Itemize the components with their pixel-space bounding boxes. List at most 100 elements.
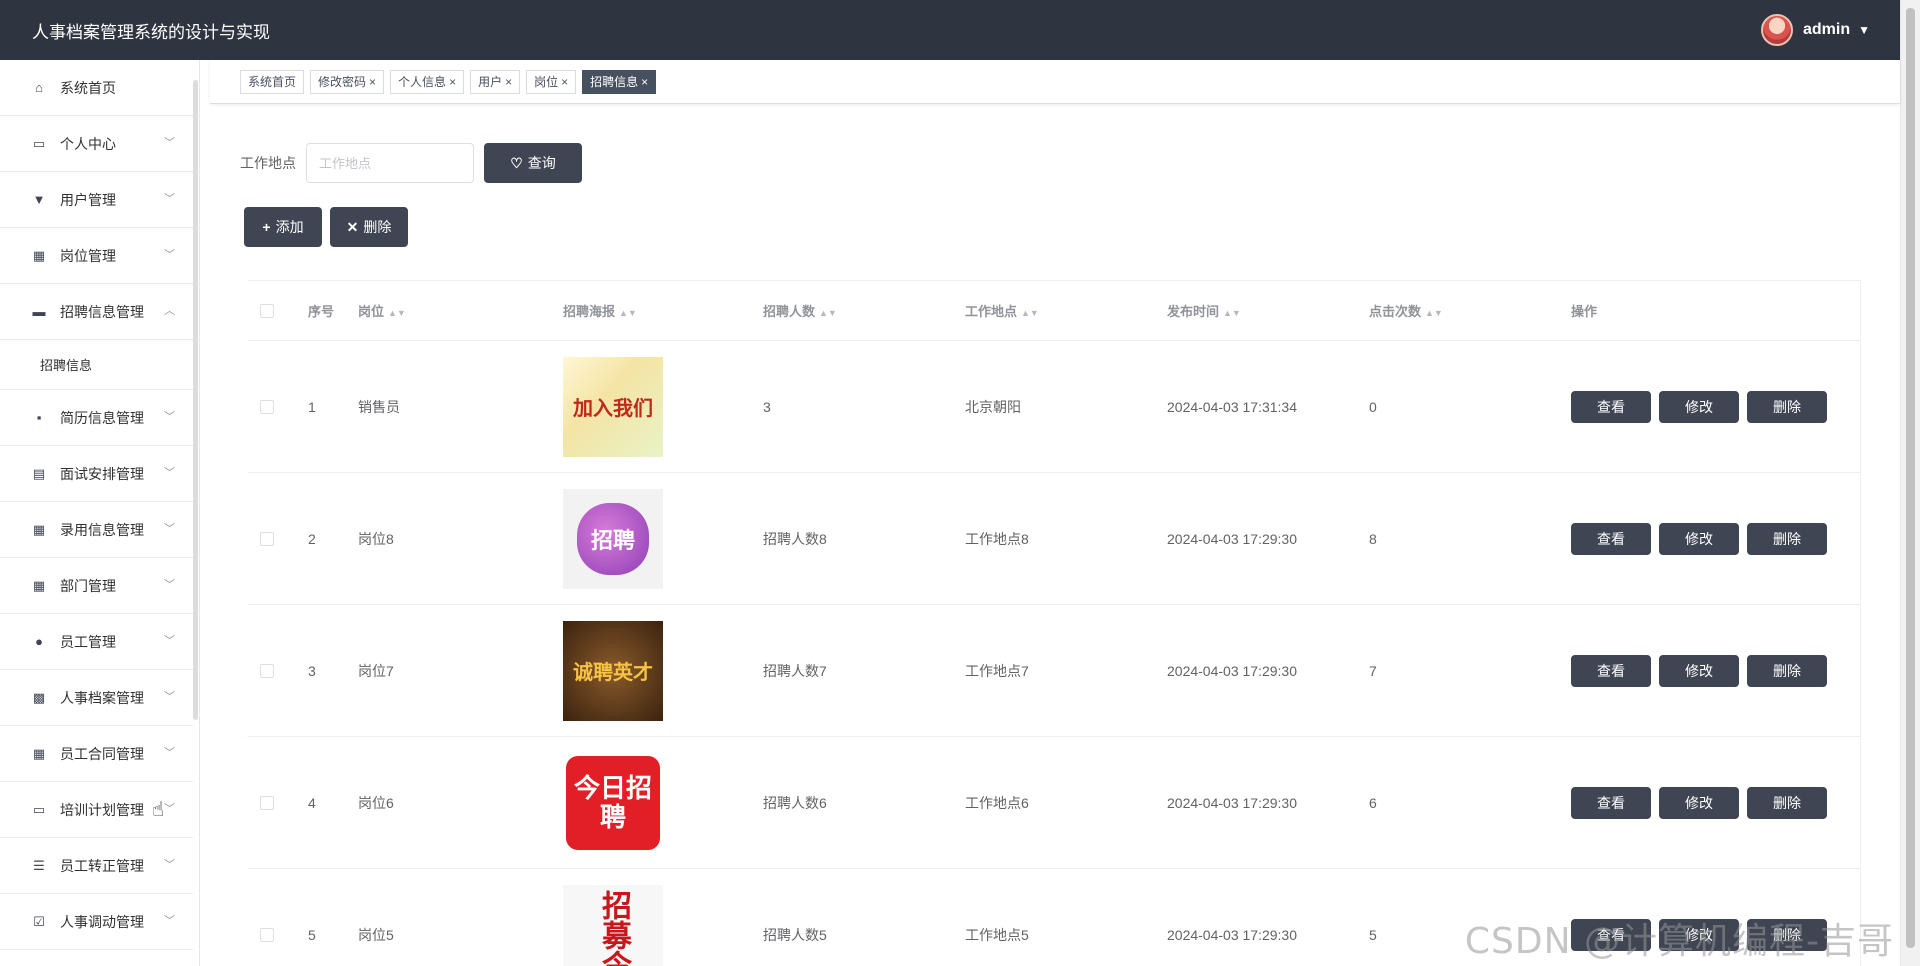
- tab-home[interactable]: 系统首页: [240, 69, 305, 94]
- page-scrollbar[interactable]: [1900, 0, 1920, 966]
- home-icon: ⌂: [35, 80, 43, 95]
- row-select[interactable]: [248, 795, 298, 810]
- sidebar-item-archive[interactable]: ▩ 人事档案管理 ﹀: [0, 670, 193, 726]
- query-button[interactable]: ♡ 查询: [484, 143, 582, 183]
- sort-icon[interactable]: ▲▼: [1223, 308, 1241, 318]
- close-icon[interactable]: ×: [449, 75, 456, 89]
- tab-change-password[interactable]: 修改密码 ×: [310, 69, 385, 94]
- close-icon[interactable]: ×: [505, 75, 512, 89]
- header-clicks[interactable]: 点击次数 ▲▼: [1359, 301, 1561, 320]
- sidebar-item-recruit[interactable]: ▬ 招聘信息管理 ︿: [0, 284, 193, 340]
- checkbox[interactable]: [260, 531, 274, 546]
- sidebar-item-hire[interactable]: ▦ 录用信息管理 ﹀: [0, 502, 193, 558]
- card-icon: ▭: [32, 135, 46, 151]
- chevron-down-icon: ﹀: [164, 137, 175, 149]
- location-search-input[interactable]: [306, 143, 474, 183]
- view-button[interactable]: 查看: [1571, 522, 1651, 555]
- close-icon[interactable]: ×: [641, 75, 648, 89]
- sidebar-item-label: 部门管理: [60, 577, 116, 594]
- header-time[interactable]: 发布时间 ▲▼: [1157, 301, 1359, 320]
- sidebar-item-label: 简历信息管理: [60, 409, 144, 426]
- sidebar-item-contract[interactable]: ▦ 员工合同管理 ﹀: [0, 726, 193, 782]
- edit-button[interactable]: 修改: [1659, 786, 1739, 819]
- cell-clicks: 7: [1369, 662, 1377, 679]
- username[interactable]: admin: [1803, 21, 1850, 39]
- sort-icon[interactable]: ▲▼: [619, 308, 637, 318]
- tab-positions[interactable]: 岗位 ×: [526, 69, 577, 94]
- view-button[interactable]: 查看: [1571, 786, 1651, 819]
- poster-text: 招聘: [590, 527, 635, 553]
- grid-icon: ▦: [32, 521, 46, 537]
- cell-ops: 查看 修改 删除: [1561, 522, 1851, 555]
- edit-button[interactable]: 修改: [1659, 522, 1739, 555]
- sidebar-item-interview[interactable]: ▤ 面试安排管理 ﹀: [0, 446, 193, 502]
- header-location[interactable]: 工作地点 ▲▼: [955, 301, 1157, 320]
- checkbox[interactable]: [260, 399, 274, 414]
- header-select-all[interactable]: [248, 303, 298, 318]
- sidebar-subitem-recruit-info[interactable]: 招聘信息: [0, 340, 193, 390]
- tab-users[interactable]: 用户 ×: [470, 69, 521, 94]
- checkbox[interactable]: [260, 663, 274, 678]
- header-position[interactable]: 岗位 ▲▼: [348, 301, 553, 320]
- checkbox[interactable]: [260, 303, 274, 318]
- sort-icon[interactable]: ▲▼: [1021, 308, 1039, 318]
- close-icon[interactable]: ×: [561, 75, 568, 89]
- mouse-cursor-icon: ☝: [152, 799, 165, 821]
- clipboard-icon: ▤: [32, 465, 46, 481]
- sort-icon[interactable]: ▲▼: [819, 308, 837, 318]
- chevron-down-icon: ﹀: [164, 803, 175, 815]
- user-menu[interactable]: admin ▼: [1760, 14, 1900, 46]
- briefcase-icon: ▬: [32, 304, 46, 319]
- poster-image[interactable]: 招募令: [563, 884, 663, 966]
- cell-poster: 今日招聘: [553, 752, 753, 853]
- sidebar-scrollbar[interactable]: [193, 80, 198, 720]
- tab-personal-info[interactable]: 个人信息 ×: [390, 69, 465, 94]
- sort-icon[interactable]: ▲▼: [1425, 308, 1443, 318]
- sidebar-item-regular[interactable]: ☰ 员工转正管理 ﹀: [0, 838, 193, 894]
- row-select[interactable]: [248, 927, 298, 942]
- sidebar-item-department[interactable]: ▦ 部门管理 ﹀: [0, 558, 193, 614]
- delete-button[interactable]: ✕ 删除: [330, 207, 408, 247]
- edit-button[interactable]: 修改: [1659, 390, 1739, 423]
- close-icon[interactable]: ×: [369, 75, 376, 89]
- tab-recruit-info[interactable]: 招聘信息 ×: [582, 69, 657, 94]
- poster-image[interactable]: 今日招聘: [563, 752, 663, 853]
- row-delete-button[interactable]: 删除: [1747, 390, 1827, 423]
- row-select[interactable]: [248, 531, 298, 546]
- row-delete-button[interactable]: 删除: [1747, 522, 1827, 555]
- table-row: 1 销售员 加入我们 3 北京朝阳 2024-04-03 17:31:34 0 …: [248, 341, 1860, 473]
- row-delete-button[interactable]: 删除: [1747, 786, 1827, 819]
- poster-image[interactable]: 招聘: [563, 488, 663, 589]
- row-delete-button[interactable]: 删除: [1747, 654, 1827, 687]
- sidebar-item-employee[interactable]: ● 员工管理 ﹀: [0, 614, 193, 670]
- header-count[interactable]: 招聘人数 ▲▼: [753, 301, 955, 320]
- caret-down-icon[interactable]: ▼: [1858, 23, 1870, 37]
- sidebar-item-label: 用户管理: [60, 191, 116, 208]
- checkbox[interactable]: [260, 795, 274, 810]
- sidebar-item-transfer[interactable]: ☑ 人事调动管理 ﹀: [0, 894, 193, 950]
- avatar[interactable]: [1760, 14, 1793, 46]
- header-poster[interactable]: 招聘海报 ▲▼: [553, 301, 753, 320]
- sidebar-item-positions[interactable]: ▦ 岗位管理 ﹀: [0, 228, 193, 284]
- page-scrollbar-thumb[interactable]: [1906, 8, 1915, 948]
- search-form: 工作地点 ♡查询: [240, 143, 582, 183]
- sidebar-item-users[interactable]: ▼ 用户管理 ﹀: [0, 172, 193, 228]
- tab-label: 系统首页: [248, 75, 297, 89]
- checkbox[interactable]: [260, 927, 274, 942]
- row-select[interactable]: [248, 399, 298, 414]
- chevron-down-icon: ﹀: [164, 635, 175, 647]
- chevron-down-icon: ﹀: [164, 579, 175, 591]
- view-button[interactable]: 查看: [1571, 390, 1651, 423]
- poster-image[interactable]: 诚聘英才: [563, 620, 663, 721]
- row-select[interactable]: [248, 663, 298, 678]
- edit-button[interactable]: 修改: [1659, 654, 1739, 687]
- sidebar-item-home[interactable]: ⌂ 系统首页: [0, 60, 193, 116]
- view-button[interactable]: 查看: [1571, 654, 1651, 687]
- poster-text: 招募令: [597, 889, 630, 966]
- sidebar-item-profile[interactable]: ▭ 个人中心 ﹀: [0, 116, 193, 172]
- sort-icon[interactable]: ▲▼: [388, 308, 406, 318]
- sidebar-item-resume[interactable]: ▪ 简历信息管理 ﹀: [0, 390, 193, 446]
- chevron-down-icon: ﹀: [164, 523, 175, 535]
- add-button[interactable]: + 添加: [244, 207, 322, 247]
- poster-image[interactable]: 加入我们: [563, 356, 663, 457]
